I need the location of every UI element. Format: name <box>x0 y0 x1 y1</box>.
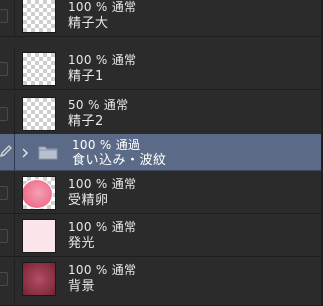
layer-blend-info: 100 % 通常 <box>68 263 137 277</box>
layer-row-seishi-1[interactable]: 100 % 通常 精子1 <box>0 48 323 90</box>
layer-row-folder-selected[interactable]: 100 % 通過 食い込み・波紋 <box>0 134 323 171</box>
layer-visibility-toggle[interactable] <box>0 229 8 243</box>
chevron-right-icon[interactable] <box>20 146 30 160</box>
layer-row-glow[interactable]: 100 % 通常 発光 <box>0 215 323 257</box>
layer-row-seishi-dai[interactable]: 100 % 通常 精子大 <box>0 0 323 37</box>
column-divider <box>14 258 15 305</box>
column-divider <box>14 172 15 213</box>
layer-visibility-toggle[interactable] <box>0 107 8 121</box>
layer-thumbnail <box>22 176 56 210</box>
layer-name[interactable]: 食い込み・波紋 <box>72 153 167 169</box>
layer-blend-info: 100 % 通常 <box>68 220 137 234</box>
layer-name[interactable]: 発光 <box>68 236 95 252</box>
folder-icon <box>38 146 58 160</box>
layer-blend-info: 100 % 通常 <box>68 0 137 14</box>
layer-name[interactable]: 受精卵 <box>68 193 109 209</box>
layer-name[interactable]: 精子2 <box>68 114 104 130</box>
layer-thumbnail <box>22 219 56 253</box>
layer-name[interactable]: 背景 <box>68 279 95 295</box>
column-divider <box>14 215 15 256</box>
layer-visibility-toggle[interactable] <box>0 272 8 286</box>
layer-thumbnail <box>22 52 56 86</box>
layer-blend-info: 50 % 通常 <box>68 98 129 112</box>
pencil-icon <box>0 145 12 158</box>
layer-name[interactable]: 精子大 <box>68 16 109 32</box>
layer-thumbnail <box>22 97 56 131</box>
column-divider <box>14 48 15 89</box>
layer-row-seishi-2[interactable]: 50 % 通常 精子2 <box>0 93 323 135</box>
layer-blend-info: 100 % 通過 <box>72 138 141 152</box>
column-divider <box>14 93 15 134</box>
layer-thumbnail <box>22 262 56 296</box>
column-divider <box>14 134 15 170</box>
layer-row-egg[interactable]: 100 % 通常 受精卵 <box>0 172 323 214</box>
layer-blend-info: 100 % 通常 <box>68 53 137 67</box>
layer-visibility-toggle[interactable] <box>0 62 8 76</box>
layer-row-background[interactable]: 100 % 通常 背景 <box>0 258 323 306</box>
layer-thumbnail <box>22 0 56 33</box>
layer-blend-info: 100 % 通常 <box>68 177 137 191</box>
layer-visibility-toggle[interactable] <box>0 186 8 200</box>
column-divider <box>14 0 15 36</box>
layer-panel: 100 % 通常 精子大 100 % 通常 精子1 50 % 通常 精子2 10… <box>0 0 323 306</box>
layer-name[interactable]: 精子1 <box>68 69 104 85</box>
layer-visibility-toggle[interactable] <box>0 9 8 23</box>
